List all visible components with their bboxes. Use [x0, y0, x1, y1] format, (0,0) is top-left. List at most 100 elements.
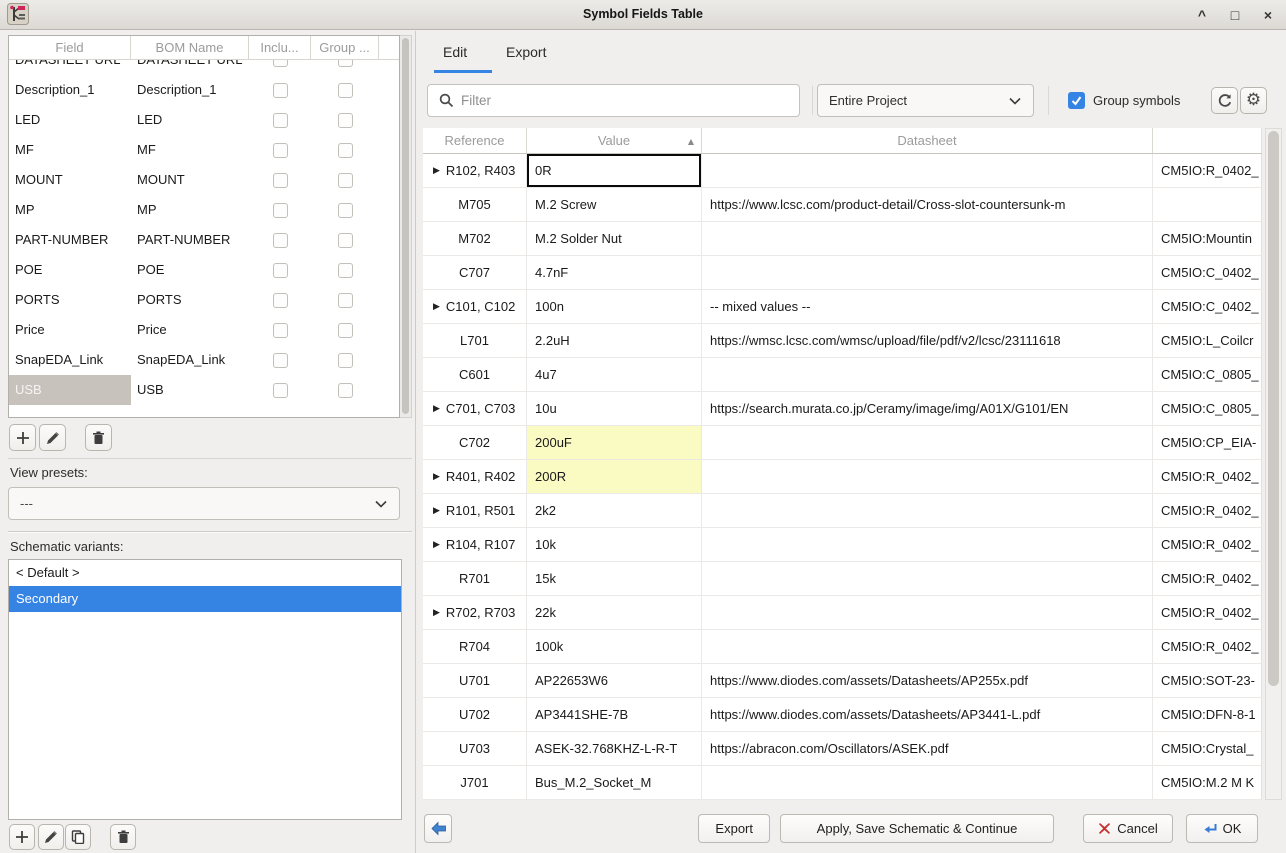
field-row[interactable]: LED LED [9, 105, 399, 135]
value-cell[interactable]: 22k [527, 596, 702, 629]
apply-save-continue-button[interactable]: Apply, Save Schematic & Continue [780, 814, 1054, 843]
reference-cell[interactable]: ▶ C701, C703 [423, 392, 527, 425]
group-checkbox[interactable] [338, 353, 353, 368]
datasheet-cell[interactable]: https://www.diodes.com/assets/Datasheets… [702, 698, 1153, 731]
include-checkbox[interactable] [273, 173, 288, 188]
export-button[interactable]: Export [698, 814, 770, 843]
group-checkbox[interactable] [338, 173, 353, 188]
scope-dropdown[interactable]: Entire Project [817, 84, 1034, 117]
datasheet-cell[interactable]: https://www.lcsc.com/product-detail/Cros… [702, 188, 1153, 221]
table-scrollbar[interactable] [1265, 128, 1282, 800]
edit-field-button[interactable] [39, 424, 66, 451]
field-name-cell[interactable]: PORTS [9, 285, 131, 315]
include-checkbox[interactable] [273, 113, 288, 128]
include-checkbox[interactable] [273, 383, 288, 398]
table-row[interactable]: M702 M.2 Solder Nut CM5IO:Mountin [423, 222, 1262, 256]
bom-name-cell[interactable]: MP [131, 195, 249, 225]
datasheet-cell[interactable] [702, 358, 1153, 391]
footprint-cell[interactable]: CM5IO:SOT-23- [1153, 664, 1262, 697]
reference-cell[interactable]: ▶ R401, R402 [423, 460, 527, 493]
table-row[interactable]: U701 AP22653W6 https://www.diodes.com/as… [423, 664, 1262, 698]
footprint-cell[interactable]: CM5IO:R_0402_ [1153, 494, 1262, 527]
value-cell[interactable]: 10k [527, 528, 702, 561]
reference-cell[interactable]: C601 [423, 358, 527, 391]
expand-arrow-icon[interactable]: ▶ [433, 166, 440, 176]
copy-variant-button[interactable] [65, 824, 91, 850]
footprint-cell[interactable]: CM5IO:C_0402_ [1153, 256, 1262, 289]
footprint-cell[interactable]: CM5IO:DFN-8-1 [1153, 698, 1262, 731]
column-header-group[interactable]: Group ... [311, 36, 379, 59]
edit-variant-button[interactable] [38, 824, 64, 850]
reference-cell[interactable]: M702 [423, 222, 527, 255]
field-row[interactable]: Description_1 Description_1 [9, 75, 399, 105]
footprint-cell[interactable]: CM5IO:C_0805_ [1153, 358, 1262, 391]
value-cell[interactable]: 200uF [527, 426, 702, 459]
footprint-cell[interactable]: CM5IO:R_0402_ [1153, 630, 1262, 663]
value-cell[interactable]: 2k2 [527, 494, 702, 527]
field-row[interactable]: MF MF [9, 135, 399, 165]
cancel-button[interactable]: Cancel [1083, 814, 1173, 843]
fields-grid-scrollbar[interactable] [400, 35, 412, 418]
column-header-datasheet[interactable]: Datasheet [702, 128, 1153, 153]
field-name-cell[interactable]: LED [9, 105, 131, 135]
scrollbar-thumb[interactable] [1268, 131, 1279, 686]
value-cell[interactable]: M.2 Screw [527, 188, 702, 221]
field-name-cell[interactable]: MP [9, 195, 131, 225]
column-header-reference[interactable]: Reference [423, 128, 527, 153]
field-name-cell[interactable]: Description_1 [9, 75, 131, 105]
column-header-bom-name[interactable]: BOM Name [131, 36, 249, 59]
reference-cell[interactable]: ▶ R102, R403 [423, 154, 527, 187]
group-checkbox[interactable] [338, 323, 353, 338]
datasheet-cell[interactable] [702, 460, 1153, 493]
filter-input[interactable] [461, 85, 799, 116]
expand-arrow-icon[interactable]: ▶ [433, 506, 440, 516]
table-row[interactable]: C707 4.7nF CM5IO:C_0402_ [423, 256, 1262, 290]
include-checkbox[interactable] [273, 203, 288, 218]
bom-name-cell[interactable]: LED [131, 105, 249, 135]
maximize-button[interactable]: □ [1227, 5, 1243, 25]
column-header-footprint[interactable] [1153, 128, 1262, 153]
field-name-cell[interactable]: SnapEDA_Link [9, 345, 131, 375]
value-cell[interactable]: 4.7nF [527, 256, 702, 289]
field-row[interactable]: USB USB [9, 375, 399, 405]
value-cell[interactable]: 4u7 [527, 358, 702, 391]
group-checkbox[interactable] [338, 263, 353, 278]
include-checkbox[interactable] [273, 323, 288, 338]
group-checkbox[interactable] [338, 113, 353, 128]
datasheet-cell[interactable] [702, 528, 1153, 561]
group-checkbox[interactable] [338, 233, 353, 248]
table-row[interactable]: ▶ R101, R501 2k2 CM5IO:R_0402_ [423, 494, 1262, 528]
bom-name-cell[interactable]: SnapEDA_Link [131, 345, 249, 375]
filter-field[interactable] [427, 84, 800, 117]
table-row[interactable]: J701 Bus_M.2_Socket_M CM5IO:M.2 M K [423, 766, 1262, 800]
table-row[interactable]: ▶ R702, R703 22k CM5IO:R_0402_ [423, 596, 1262, 630]
column-header-field[interactable]: Field [9, 36, 131, 59]
scrollbar-thumb[interactable] [402, 38, 409, 414]
expand-arrow-icon[interactable]: ▶ [433, 404, 440, 414]
table-row[interactable]: M705 M.2 Screw https://www.lcsc.com/prod… [423, 188, 1262, 222]
reference-cell[interactable]: ▶ R101, R501 [423, 494, 527, 527]
reference-cell[interactable]: ▶ C101, C102 [423, 290, 527, 323]
include-checkbox[interactable] [273, 263, 288, 278]
field-row[interactable]: POE POE [9, 255, 399, 285]
field-row[interactable]: PART-NUMBER PART-NUMBER [9, 225, 399, 255]
footprint-cell[interactable]: CM5IO:C_0402_ [1153, 290, 1262, 323]
datasheet-cell[interactable]: https://search.murata.co.jp/Ceramy/image… [702, 392, 1153, 425]
datasheet-cell[interactable]: https://www.diodes.com/assets/Datasheets… [702, 664, 1153, 697]
field-name-cell[interactable]: MF [9, 135, 131, 165]
reference-cell[interactable]: ▶ R104, R107 [423, 528, 527, 561]
datasheet-cell[interactable] [702, 426, 1153, 459]
table-row[interactable]: ▶ R104, R107 10k CM5IO:R_0402_ [423, 528, 1262, 562]
ok-button[interactable]: OK [1186, 814, 1258, 843]
field-row[interactable]: DATASHEET URL DATASHEET URL [9, 60, 399, 75]
variant-item[interactable]: < Default > [9, 560, 401, 586]
expand-arrow-icon[interactable]: ▶ [433, 302, 440, 312]
include-checkbox[interactable] [273, 293, 288, 308]
reference-cell[interactable]: C702 [423, 426, 527, 459]
value-cell[interactable]: 100k [527, 630, 702, 663]
reference-cell[interactable]: M705 [423, 188, 527, 221]
reference-cell[interactable]: ▶ R702, R703 [423, 596, 527, 629]
reference-cell[interactable]: L701 [423, 324, 527, 357]
footprint-cell[interactable]: CM5IO:Mountin [1153, 222, 1262, 255]
value-cell[interactable]: AP22653W6 [527, 664, 702, 697]
